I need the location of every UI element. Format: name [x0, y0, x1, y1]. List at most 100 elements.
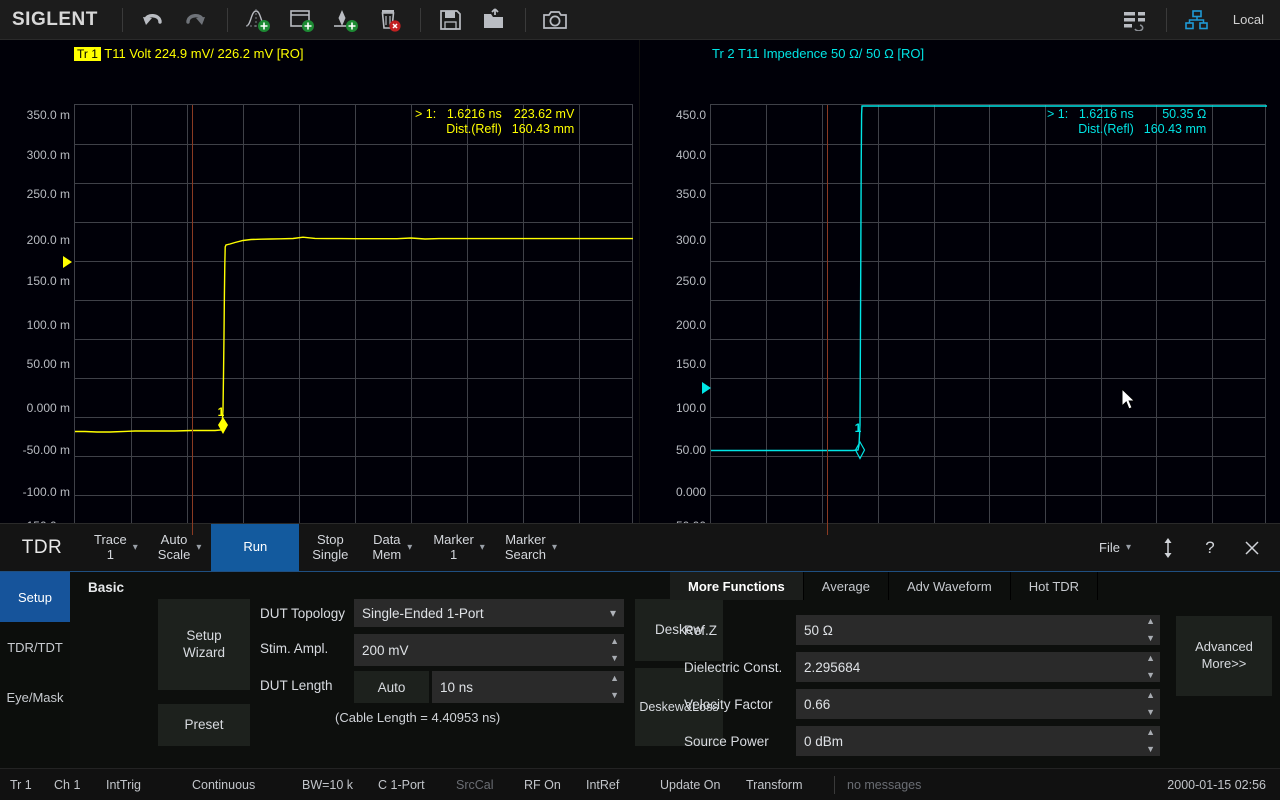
advanced-more-button[interactable]: Advanced More>> [1176, 616, 1272, 696]
stepper-down-icon[interactable]: ▼ [610, 691, 619, 700]
status-trace[interactable]: Tr 1 [10, 778, 54, 792]
add-window-icon[interactable] [280, 2, 324, 38]
open-icon[interactable] [473, 2, 517, 38]
stepper-down-icon[interactable]: ▼ [1146, 708, 1155, 717]
redo-icon[interactable] [175, 2, 219, 38]
stepper-up-icon[interactable]: ▲ [1146, 691, 1155, 700]
velocity-factor-input[interactable]: 0.66 ▲ ▼ [796, 689, 1160, 719]
stepper-arrows[interactable]: ▲ ▼ [610, 634, 619, 666]
display-layout-icon[interactable] [1114, 2, 1158, 38]
status-update[interactable]: Update On [660, 778, 746, 792]
chevron-down-icon[interactable]: ▾ [133, 542, 138, 553]
sidebar-item-eye-mask[interactable]: Eye/Mask [0, 672, 70, 722]
help-icon[interactable]: ? [1190, 528, 1230, 568]
status-transform[interactable]: Transform [746, 778, 822, 792]
siglent-logo: SIGLENT [12, 9, 98, 31]
stepper-up-icon[interactable]: ▲ [1146, 654, 1155, 663]
save-icon[interactable] [429, 2, 473, 38]
tab-more-functions[interactable]: More Functions [670, 572, 804, 600]
menu-item-data-mem[interactable]: Data Mem ▾ [361, 524, 423, 571]
local-mode-label[interactable]: Local [1233, 12, 1264, 27]
menu-item-auto-scale[interactable]: Auto Scale ▾ [148, 524, 212, 571]
stepper-down-icon[interactable]: ▼ [1146, 634, 1155, 643]
menu-item-marker[interactable]: Marker 1 ▾ [423, 524, 494, 571]
y-tick: 300.0 m [27, 148, 70, 162]
screenshot-icon[interactable] [534, 2, 578, 38]
trace2-plot[interactable]: > 1: 1.6216 ns 50.35 Ω Dist.(Refl) 160.4… [710, 104, 1266, 536]
sidebar-item-tdr-tdt[interactable]: TDR/TDT [0, 622, 70, 672]
stepper-arrows[interactable]: ▲ ▼ [1146, 726, 1155, 756]
toolbar-divider-5 [1166, 8, 1167, 32]
stepper-arrows[interactable]: ▲ ▼ [610, 671, 619, 703]
stepper-up-icon[interactable]: ▲ [610, 637, 619, 646]
chevron-down-icon[interactable]: ▾ [1126, 542, 1131, 553]
sidebar-item-setup[interactable]: Setup [0, 572, 70, 622]
menu-run-label: Run [243, 540, 267, 555]
ref-z-input[interactable]: 50 Ω ▲ ▼ [796, 615, 1160, 645]
status-sweep-mode[interactable]: Continuous [192, 778, 302, 792]
y-tick: 200.0 m [27, 233, 70, 247]
toolbar-divider-4 [525, 8, 526, 32]
tab-average[interactable]: Average [804, 572, 889, 600]
status-rf[interactable]: RF On [524, 778, 586, 792]
trace1-marker-readout: > 1: 1.6216 ns 223.62 mV Dist.(Refl) 160… [415, 107, 574, 136]
trace2-badge: Tr 2 [712, 46, 735, 61]
y-tick: 250.0 m [27, 187, 70, 201]
stepper-arrows[interactable]: ▲ ▼ [1146, 652, 1155, 682]
status-channel[interactable]: Ch 1 [54, 778, 106, 792]
menu-item-trace[interactable]: Trace 1 ▾ [84, 524, 148, 571]
trace2-marker-readout: > 1: 1.6216 ns 50.35 Ω Dist.(Refl) 160.4… [1047, 107, 1206, 136]
undo-icon[interactable] [131, 2, 175, 38]
stepper-up-icon[interactable]: ▲ [1146, 728, 1155, 737]
stim-ampl-input[interactable]: 200 mV ▲ ▼ [354, 634, 624, 666]
menu-item-marker-search[interactable]: Marker Search ▾ [495, 524, 567, 571]
row-velocity-factor: Velocity Factor 0.66 ▲ ▼ [684, 689, 1174, 719]
close-icon[interactable] [1232, 528, 1272, 568]
marker-y: 223.62 mV [512, 107, 575, 121]
menu-item-file[interactable]: File ▾ [1084, 540, 1146, 555]
status-trigger[interactable]: IntTrig [106, 778, 192, 792]
toolbar-right-group: Local [1114, 2, 1280, 38]
setup-wizard-button[interactable]: Setup Wizard [158, 599, 250, 690]
toolbar-divider-2 [227, 8, 228, 32]
status-ref[interactable]: IntRef [586, 778, 660, 792]
trace1-waveform: 1 [75, 105, 634, 537]
trace1-title: Tr 1 T11 Volt 224.9 mV/ 226.2 mV [RO] [74, 46, 303, 61]
stepper-up-icon[interactable]: ▲ [1146, 617, 1155, 626]
delete-icon[interactable] [368, 2, 412, 38]
dut-topology-select[interactable]: Single-Ended 1-Port ▾ [354, 599, 624, 627]
chevron-down-icon[interactable]: ▾ [407, 542, 412, 553]
add-marker-icon[interactable] [324, 2, 368, 38]
resize-vertical-icon[interactable] [1148, 528, 1188, 568]
menu-item-stop-single[interactable]: Stop Single [299, 524, 361, 571]
network-icon[interactable] [1175, 2, 1219, 38]
tab-hot-tdr[interactable]: Hot TDR [1011, 572, 1098, 600]
trace1-plot[interactable]: > 1: 1.6216 ns 223.62 mV Dist.(Refl) 160… [74, 104, 633, 536]
stepper-arrows[interactable]: ▲ ▼ [1146, 689, 1155, 719]
dielectric-const-label: Dielectric Const. [684, 660, 796, 675]
more-functions-area: More Functions Average Adv Waveform Hot … [670, 572, 1280, 768]
status-bandwidth[interactable]: BW=10 k [302, 778, 378, 792]
add-trace-icon[interactable] [236, 2, 280, 38]
velocity-factor-label: Velocity Factor [684, 697, 796, 712]
stepper-arrows[interactable]: ▲ ▼ [1146, 615, 1155, 645]
stepper-down-icon[interactable]: ▼ [1146, 745, 1155, 754]
ref-z-value: 50 Ω [804, 623, 1152, 638]
stepper-down-icon[interactable]: ▼ [610, 654, 619, 663]
dut-length-input[interactable]: 10 ns ▲ ▼ [432, 671, 624, 703]
chevron-down-icon[interactable]: ▾ [196, 542, 201, 553]
chevron-down-icon[interactable]: ▾ [480, 542, 485, 553]
stepper-down-icon[interactable]: ▼ [1146, 671, 1155, 680]
chevron-down-icon[interactable]: ▾ [610, 606, 616, 620]
dielectric-const-input[interactable]: 2.295684 ▲ ▼ [796, 652, 1160, 682]
stepper-up-icon[interactable]: ▲ [610, 674, 619, 683]
source-power-input[interactable]: 0 dBm ▲ ▼ [796, 726, 1160, 756]
menu-item-run[interactable]: Run [211, 524, 299, 571]
status-srccal[interactable]: SrcCal [456, 778, 524, 792]
status-cal-type[interactable]: C 1-Port [378, 778, 456, 792]
dut-length-auto-button[interactable]: Auto [354, 671, 429, 703]
preset-button[interactable]: Preset [158, 704, 250, 746]
tab-adv-waveform[interactable]: Adv Waveform [889, 572, 1011, 600]
top-toolbar: SIGLENT [0, 0, 1280, 40]
chevron-down-icon[interactable]: ▾ [552, 542, 557, 553]
